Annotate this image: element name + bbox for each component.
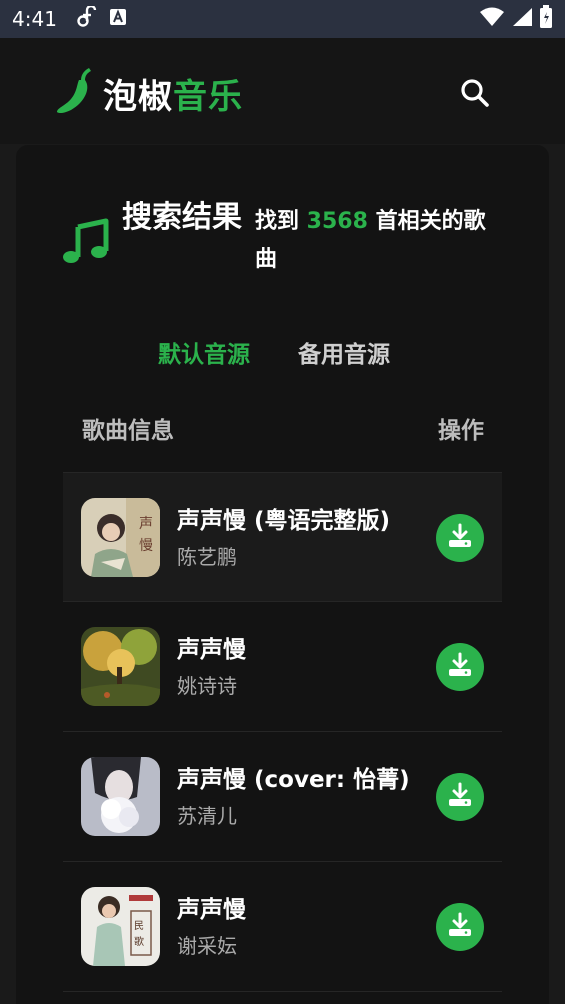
- search-icon: [458, 79, 492, 114]
- song-artist: 谢采妘: [177, 934, 237, 958]
- svg-text:民: 民: [134, 920, 144, 932]
- link-icon: [77, 4, 97, 32]
- download-button[interactable]: [436, 643, 484, 691]
- song-list: 声 慢 声声慢 (粤语完整版) 陈艺鹏 声声慢 姚诗诗 声声慢 (cover: …: [63, 472, 502, 992]
- song-title: 声声慢 (cover: 怡菁): [177, 767, 410, 793]
- song-artist: 姚诗诗: [177, 674, 237, 698]
- svg-text:歌: 歌: [134, 935, 144, 948]
- signal-icon: [511, 7, 533, 31]
- song-title: 声声慢: [177, 897, 246, 923]
- text-a-icon: [109, 8, 127, 30]
- svg-text:慢: 慢: [139, 537, 153, 554]
- song-artist: 苏清儿: [177, 804, 237, 828]
- status-bar: 4:41: [0, 0, 565, 38]
- svg-text:声: 声: [139, 516, 153, 532]
- search-button[interactable]: [458, 76, 492, 110]
- music-note-icon: [62, 217, 110, 269]
- download-icon: [446, 651, 474, 683]
- status-time: 4:41: [12, 7, 57, 31]
- song-artist: 陈艺鹏: [177, 545, 237, 569]
- download-icon: [446, 522, 474, 554]
- download-icon: [446, 911, 474, 943]
- column-song-info: 歌曲信息: [82, 418, 174, 444]
- tab-backup-source[interactable]: 备用音源: [298, 335, 390, 369]
- table-header: 歌曲信息 操作: [82, 411, 484, 445]
- chili-pepper-icon: [55, 66, 97, 120]
- song-row[interactable]: 声声慢 姚诗诗: [63, 602, 502, 732]
- song-row[interactable]: 民 歌 声声慢 谢采妘: [63, 862, 502, 992]
- album-cover: [81, 627, 160, 706]
- app-logo[interactable]: 泡椒音乐: [55, 66, 243, 120]
- wifi-icon: [479, 7, 505, 31]
- song-row[interactable]: 声 慢 声声慢 (粤语完整版) 陈艺鹏: [63, 472, 502, 602]
- result-count-prefix: 找到: [255, 209, 307, 234]
- result-count-number: 3568: [306, 209, 368, 234]
- result-header: 搜索结果 找到 3568 首相关的歌曲: [62, 195, 502, 285]
- download-button[interactable]: [436, 773, 484, 821]
- battery-icon: [539, 5, 553, 33]
- album-cover: 声 慢: [81, 498, 160, 577]
- download-icon: [446, 781, 474, 813]
- logo-text-green: 音乐: [173, 76, 243, 117]
- result-count: 找到 3568 首相关的歌曲: [255, 203, 495, 279]
- album-cover: [81, 757, 160, 836]
- result-title: 搜索结果: [122, 200, 242, 235]
- song-title: 声声慢: [177, 637, 246, 663]
- source-tabs: 默认音源 备用音源: [158, 335, 390, 369]
- tab-default-source[interactable]: 默认音源: [158, 335, 250, 369]
- column-action: 操作: [438, 418, 484, 444]
- app-header: 泡椒音乐: [0, 38, 565, 144]
- download-button[interactable]: [436, 514, 484, 562]
- album-cover: 民 歌: [81, 887, 160, 966]
- result-card: 搜索结果 找到 3568 首相关的歌曲 默认音源 备用音源 歌曲信息 操作 声: [16, 145, 549, 1004]
- song-row[interactable]: 声声慢 (cover: 怡菁) 苏清儿: [63, 732, 502, 862]
- song-title: 声声慢 (粤语完整版): [177, 508, 391, 534]
- download-button[interactable]: [436, 903, 484, 951]
- logo-text-white: 泡椒: [103, 76, 173, 117]
